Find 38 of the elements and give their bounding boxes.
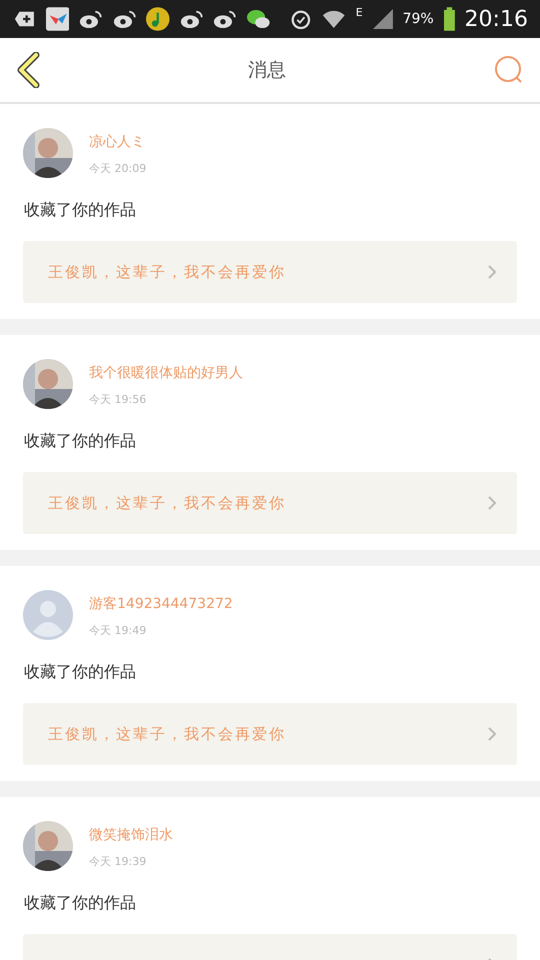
work-title: 王俊凯，这辈子，我不会再爱你	[48, 262, 286, 282]
message-text: 收藏了你的作品	[24, 200, 137, 221]
work-title: 王俊凯，这辈子，我不会再爱你	[48, 724, 286, 744]
signal-icon	[372, 8, 393, 30]
music-icon	[146, 6, 170, 32]
add-tab-icon	[14, 9, 36, 29]
message-text: 收藏了你的作品	[24, 431, 137, 452]
page-title: 消息	[248, 58, 286, 83]
back-icon[interactable]	[16, 52, 40, 88]
clock-time: 20:16	[464, 6, 528, 32]
search-icon[interactable]	[494, 55, 524, 85]
avatar-icon	[23, 590, 73, 640]
message-time: 今天 19:49	[89, 623, 148, 638]
work-title: 王俊凯，这辈子，我不会再爱你	[48, 494, 286, 512]
battery-percent: 79%	[402, 11, 434, 27]
chevron-icon	[487, 495, 497, 511]
app-icon	[46, 6, 70, 32]
message-text: 收藏了你的作品	[24, 893, 137, 914]
user-name: 游客1492344473272	[89, 595, 233, 613]
user-name: 微笑掩饰泪水	[89, 826, 173, 844]
message-time: 今天 19:56	[89, 392, 148, 407]
chevron-icon	[487, 726, 497, 742]
work-link[interactable]: 王俊凯，这辈子，我不会再爱你	[23, 241, 517, 303]
eye-icon	[180, 8, 204, 30]
message-time: 今天 19:39	[89, 854, 148, 869]
message-text: 收藏了你的作品	[24, 662, 137, 683]
eye-icon	[79, 8, 103, 30]
work-link[interactable]: 王俊凯，这辈子，我不会再爱你	[23, 472, 517, 534]
network-type: E	[356, 6, 363, 19]
eye-icon	[213, 8, 237, 30]
chevron-icon	[487, 264, 497, 280]
user-name: 我个很暖很体贴的好男人	[89, 364, 243, 382]
eye-icon	[112, 8, 136, 30]
work-link[interactable]: 王俊凯，这辈子，我不会再爱你	[23, 703, 517, 765]
chat-icon	[246, 7, 270, 31]
message-time: 今天 20:09	[89, 161, 146, 176]
battery-icon	[444, 6, 455, 32]
user-name: 凉心人ミ	[89, 133, 146, 151]
